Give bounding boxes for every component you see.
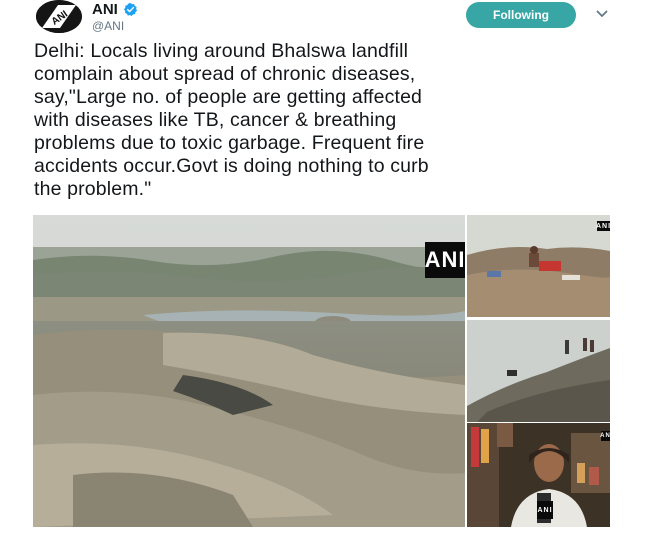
thumbnail-1-photo (467, 215, 610, 317)
author-name-row: ANI (92, 1, 138, 18)
landfill-photo (33, 215, 465, 527)
chevron-down-icon[interactable] (596, 9, 608, 19)
thumbnail-1[interactable]: ANI (467, 215, 610, 317)
avatar[interactable]: ANI (36, 0, 82, 33)
following-button[interactable]: Following (466, 2, 576, 28)
thumbnail-2[interactable] (467, 320, 610, 422)
ani-logo-icon: ANI (36, 0, 82, 33)
tweet-header: ANI ANI @ANI Following (0, 0, 650, 40)
author-handle[interactable]: @ANI (92, 19, 124, 33)
thumbnail-2-photo (467, 320, 610, 422)
ani-mic-logo: ANI (537, 501, 553, 519)
ani-watermark: ANI (425, 242, 465, 278)
author-name[interactable]: ANI (92, 1, 118, 18)
verified-badge-icon (123, 2, 137, 16)
ani-watermark: AN (600, 431, 610, 441)
main-photo[interactable]: ANI (33, 215, 465, 527)
thumbnail-3[interactable]: ANI AN (467, 423, 610, 527)
media-grid: ANI ANI ANI AN (33, 215, 610, 527)
tweet-text: Delhi: Locals living around Bhalswa land… (34, 40, 429, 200)
ani-watermark: ANI (595, 221, 610, 231)
